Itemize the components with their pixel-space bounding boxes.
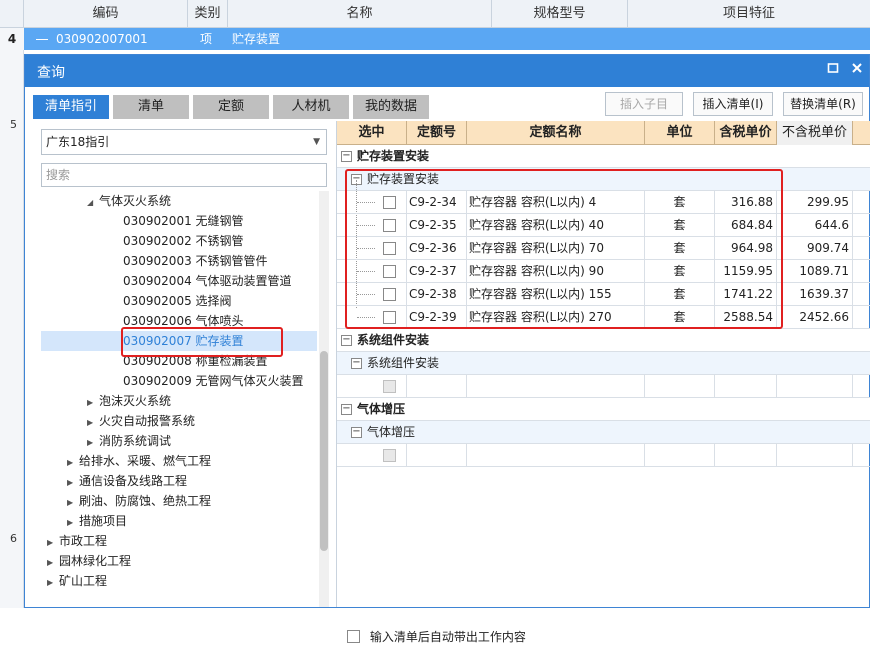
tree-scrollbar-thumb[interactable] (320, 351, 328, 551)
guide-select[interactable]: 广东18指引 ▼ (41, 129, 327, 155)
background-table-header: 编码 类别 名称 规格型号 项目特征 (0, 0, 870, 28)
collapsed-triangle-icon[interactable]: ▶ (67, 513, 79, 533)
guide-tree: ◢ 气体灭火系统 030902001 无缝钢管 030902002 不锈钢管 03… (41, 191, 317, 607)
row-number-5: 5 (10, 118, 17, 131)
auto-work-content-option[interactable]: 输入清单后自动带出工作内容 (347, 627, 526, 647)
highlight-box-tree (121, 327, 283, 357)
tree-node-measures[interactable]: ▶ 措施项目 (67, 511, 127, 531)
collapsed-triangle-icon[interactable]: ▶ (47, 553, 59, 573)
row-code: 030902007001 (56, 32, 148, 46)
tree-node-mining[interactable]: ▶ 矿山工程 (47, 571, 107, 591)
replace-list-button[interactable]: 替换清单(R) (783, 92, 863, 116)
checkbox-disabled (383, 449, 396, 462)
cell-notax: 1639.37 (777, 283, 853, 306)
subgroup-system-components[interactable]: − 系统组件安装 (337, 352, 870, 375)
row-number-6: 6 (10, 532, 17, 545)
insert-list-button[interactable]: 插入清单(I) (693, 92, 773, 116)
header-rownum (0, 0, 24, 28)
tree-node-painting-anticorrosion[interactable]: ▶ 刷油、防腐蚀、绝热工程 (67, 491, 211, 511)
checkbox-disabled (383, 380, 396, 393)
auto-work-content-checkbox[interactable] (347, 630, 360, 643)
collapsed-triangle-icon[interactable]: ▶ (47, 533, 59, 553)
collapsed-triangle-icon[interactable]: ▶ (67, 473, 79, 493)
tree-node-030902002[interactable]: 030902002 不锈钢管 (123, 231, 244, 251)
tab-list[interactable]: 清单 (113, 95, 189, 119)
collapse-icon[interactable]: − (351, 427, 362, 438)
collapsed-triangle-icon[interactable]: ▶ (87, 413, 99, 433)
tree-node-water-heating-gas[interactable]: ▶ 给排水、采暖、燃气工程 (67, 451, 211, 471)
tab-list-guide[interactable]: 清单指引 (33, 95, 109, 119)
cell-notax: 644.6 (777, 214, 853, 237)
tab-bar: 清单指引 清单 定额 人材机 我的数据 插入子目 插入清单(I) 替换清单(R) (25, 87, 869, 121)
subgroup-gas-pressurize[interactable]: − 气体增压 (337, 421, 870, 444)
tree-scrollbar[interactable] (319, 191, 329, 607)
tree-connector (36, 39, 48, 40)
tree-node-030902009[interactable]: 030902009 无管网气体灭火装置 (123, 371, 304, 391)
row-name: 贮存装置 (232, 32, 281, 46)
empty-row (337, 375, 870, 398)
col-tax-price: 含税单价 (715, 121, 777, 145)
guide-select-value: 广东18指引 (46, 135, 110, 149)
query-dialog: 查询 清单指引 清单 定额 人材机 我的数据 插入子目 插入清单(I) 替换清单… (24, 54, 870, 644)
search-input[interactable]: 搜索 (41, 163, 327, 187)
empty-row (337, 444, 870, 467)
tree-node-fire-debug[interactable]: ▶ 消防系统调试 (87, 431, 171, 451)
col-unit: 单位 (645, 121, 715, 145)
tree-node-030902005[interactable]: 030902005 选择阀 (123, 291, 232, 311)
guide-tree-panel: 广东18指引 ▼ 搜索 ◢ 气体灭火系统 030902001 无缝钢管 03090… (31, 121, 331, 607)
cell-notax: 299.95 (777, 191, 853, 214)
tab-labor-material-machine[interactable]: 人材机 (273, 95, 349, 119)
tree-node-030902004[interactable]: 030902004 气体驱动装置管道 (123, 271, 292, 291)
row-type: 项 (200, 32, 213, 46)
group-gas-pressurize[interactable]: − 气体增压 (337, 398, 870, 421)
tree-node-landscape[interactable]: ▶ 园林绿化工程 (47, 551, 131, 571)
group-storage-install[interactable]: − 贮存装置安装 (337, 145, 870, 168)
tree-node-municipal[interactable]: ▶ 市政工程 (47, 531, 107, 551)
dialog-title: 查询 (37, 65, 65, 81)
header-spec: 规格型号 (492, 0, 628, 28)
maximize-icon[interactable] (823, 60, 843, 80)
header-feature: 项目特征 (722, 6, 775, 21)
collapse-icon[interactable]: − (341, 404, 352, 415)
header-name: 名称 (228, 0, 492, 28)
tree-node-030902001[interactable]: 030902001 无缝钢管 (123, 211, 244, 231)
col-quota-code: 定额号 (407, 121, 467, 145)
collapsed-triangle-icon[interactable]: ▶ (87, 433, 99, 453)
dialog-titlebar[interactable]: 查询 (25, 55, 869, 87)
tree-node-030902003[interactable]: 030902003 不锈钢管管件 (123, 251, 268, 271)
tree-node-gas-extinguishing[interactable]: ◢ 气体灭火系统 (87, 191, 171, 211)
collapse-icon[interactable]: − (341, 335, 352, 346)
quota-grid: 选中 定额号 定额名称 单位 含税单价 不含税单价 − 贮存装置安装 − 贮存装… (336, 121, 870, 644)
row-number-column: 5 6 (0, 50, 24, 608)
cell-notax: 1089.71 (777, 260, 853, 283)
tab-quota[interactable]: 定额 (193, 95, 269, 119)
collapsed-triangle-icon[interactable]: ▶ (47, 573, 59, 593)
col-notax-price: 不含税单价 (777, 121, 853, 145)
collapse-icon[interactable]: − (341, 151, 352, 162)
row-number: 4 (0, 28, 24, 50)
tree-node-fire-alarm[interactable]: ▶ 火灾自动报警系统 (87, 411, 195, 431)
tree-node-communication[interactable]: ▶ 通信设备及线路工程 (67, 471, 187, 491)
tab-my-data[interactable]: 我的数据 (353, 95, 429, 119)
chevron-down-icon: ▼ (313, 137, 320, 147)
cell-notax: 909.74 (777, 237, 853, 260)
close-icon[interactable] (847, 60, 867, 80)
col-quota-name: 定额名称 (467, 121, 645, 145)
header-code: 编码 (24, 0, 188, 28)
insert-child-button[interactable]: 插入子目 (605, 92, 683, 116)
header-type: 类别 (188, 0, 228, 28)
group-system-components[interactable]: − 系统组件安装 (337, 329, 870, 352)
background-table-row[interactable]: 4 030902007001 项 贮存装置 (0, 28, 870, 50)
cell-notax: 2452.66 (777, 306, 853, 329)
grid-header: 选中 定额号 定额名称 单位 含税单价 不含税单价 (337, 121, 870, 145)
collapsed-triangle-icon[interactable]: ▶ (87, 393, 99, 413)
expanded-triangle-icon[interactable]: ◢ (87, 193, 99, 213)
collapse-icon[interactable]: − (351, 358, 362, 369)
collapsed-triangle-icon[interactable]: ▶ (67, 493, 79, 513)
col-selected: 选中 (337, 121, 407, 145)
collapsed-triangle-icon[interactable]: ▶ (67, 453, 79, 473)
highlight-box-grid (345, 169, 783, 329)
tree-node-foam[interactable]: ▶ 泡沫灭火系统 (87, 391, 171, 411)
